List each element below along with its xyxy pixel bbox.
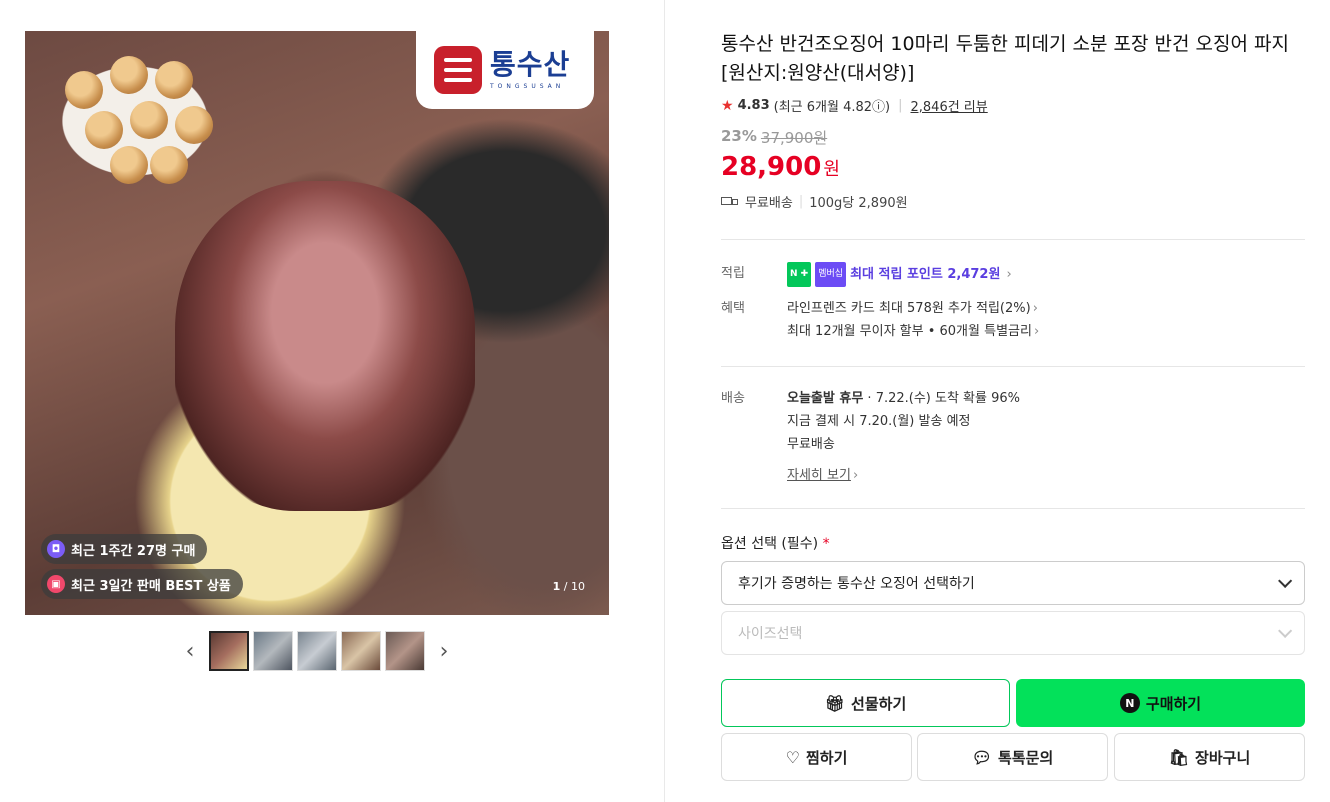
nut-decoration <box>130 101 168 139</box>
delivery-fee: 무료배송 <box>787 437 835 452</box>
thumbnail-2[interactable] <box>253 631 293 671</box>
chevron-down-icon <box>1278 623 1293 638</box>
cart-button[interactable]: 🛍︎ 장바구니 <box>1114 733 1305 781</box>
product-title: 통수산 반건조오징어 10마리 두툼한 피데기 소분 포장 반건 오징어 파지 … <box>721 33 1289 84</box>
nut-decoration <box>85 111 123 149</box>
arrival-probability: · 7.22.(수) 도착 확률 96% <box>863 391 1021 406</box>
nut-decoration <box>150 146 188 184</box>
npay-icon: N ✚ <box>787 262 812 287</box>
recent-purchase-badge: ◘ 최근 1주간 27명 구매 <box>41 534 208 564</box>
bag-icon: ◘ <box>47 540 65 558</box>
discount-percent: 23% <box>721 127 757 145</box>
unit-price: 100g당 2,890원 <box>809 196 908 211</box>
delivery-details-link[interactable]: 자세히 보기 › <box>787 464 1020 487</box>
nut-decoration <box>110 56 148 94</box>
option-select-size[interactable]: 사이즈선택 <box>721 611 1305 655</box>
review-count-link[interactable]: 2,846건 리뷰 <box>911 96 988 115</box>
sale-price: 28,900 원 <box>721 152 840 182</box>
talk-inquiry-button[interactable]: 💬︎ 톡톡문의 <box>917 733 1108 781</box>
card-benefit-link[interactable]: 라인프렌즈 카드 최대 578원 추가 적립(2%) › <box>787 297 1039 320</box>
thumbnail-4[interactable] <box>341 631 381 671</box>
star-icon: ★ <box>721 97 734 114</box>
nut-decoration <box>155 61 193 99</box>
option-select-product[interactable]: 후기가 증명하는 통수산 오징어 선택하기 <box>721 561 1305 605</box>
points-label: 적립 <box>721 266 745 281</box>
brand-name-en: TONGSUSAN <box>490 82 565 90</box>
chevron-right-icon: › <box>1032 301 1038 316</box>
naver-n-icon: N <box>1119 693 1140 713</box>
shipping-row: 무료배송 | 100g당 2,890원 <box>721 192 1305 211</box>
nut-decoration <box>110 146 148 184</box>
section-divider <box>721 239 1305 240</box>
image-counter: 1 / 10 <box>552 580 585 593</box>
dispatch-schedule: 지금 결제 시 7.20.(월) 발송 예정 <box>787 414 971 429</box>
gift-box-icon: ▣ <box>47 575 65 593</box>
chevron-right-icon: › <box>852 468 859 483</box>
section-divider <box>721 508 1305 509</box>
truck-icon <box>721 196 739 208</box>
gift-icon: 🎁︎ <box>824 693 846 713</box>
brand-logo: 통수산 TONGSUSAN <box>416 31 594 109</box>
chat-bubble-icon: 💬︎ <box>971 747 993 767</box>
chevron-right-icon: › <box>1006 267 1012 282</box>
thumbnail-1[interactable] <box>209 631 249 671</box>
prev-image-arrow[interactable]: ‹ <box>175 631 205 671</box>
gift-button[interactable]: 🎁︎ 선물하기 <box>721 679 1010 727</box>
discount-row: 23% 37,900원 <box>721 127 1305 148</box>
rating-score: 4.83 <box>737 98 770 113</box>
wishlist-button[interactable]: ♡ 찜하기 <box>721 733 912 781</box>
points-link[interactable]: N ✚ 멤버십 최대 적립 포인트 2,472원 › <box>787 262 1012 287</box>
squid-image <box>175 181 475 511</box>
shipping-free: 무료배송 <box>745 196 793 211</box>
thumbnail-5[interactable] <box>385 631 425 671</box>
today-dispatch-status: 오늘출발 휴무 <box>787 391 864 406</box>
main-product-image[interactable]: 통수산 TONGSUSAN ◘ 최근 1주간 27명 구매 ▣ 최근 3일간 판… <box>25 31 609 615</box>
buy-button[interactable]: N 구매하기 <box>1016 679 1305 727</box>
section-divider <box>721 366 1305 367</box>
delivery-label: 배송 <box>721 391 745 406</box>
chevron-right-icon: › <box>1033 324 1040 339</box>
next-image-arrow[interactable]: › <box>429 631 459 671</box>
rating-recent[interactable]: (최근 6개월 4.82ⓘ) <box>774 96 890 115</box>
best-seller-badge: ▣ 최근 3일간 판매 BEST 상품 <box>41 569 243 599</box>
rating-row: ★ 4.83 (최근 6개월 4.82ⓘ) | 2,846건 리뷰 <box>721 96 988 116</box>
original-price: 37,900원 <box>760 129 828 147</box>
shopping-bag-icon: 🛍︎ <box>1168 747 1190 767</box>
nut-decoration <box>175 106 213 144</box>
brand-wave-icon <box>434 46 482 94</box>
thumbnail-strip: ‹ › <box>25 631 609 671</box>
installment-link[interactable]: 최대 12개월 무이자 할부 • 60개월 특별금리 › <box>787 320 1039 343</box>
thumbnail-3[interactable] <box>297 631 337 671</box>
heart-icon: ♡ <box>785 747 800 767</box>
brand-name-kr: 통수산 <box>490 47 571 81</box>
nut-decoration <box>65 71 103 109</box>
chevron-down-icon <box>1278 573 1293 588</box>
product-info: 통수산 반건조오징어 10마리 두툼한 피데기 소분 포장 반건 오징어 파지 … <box>721 30 1305 211</box>
product-gallery: 통수산 TONGSUSAN ◘ 최근 1주간 27명 구매 ▣ 최근 3일간 판… <box>25 31 609 671</box>
option-label: 옵션 선택 (필수) * <box>721 536 830 552</box>
column-divider <box>664 0 665 802</box>
benefits-label: 혜택 <box>721 301 745 316</box>
membership-badge: 멤버십 <box>815 262 847 287</box>
